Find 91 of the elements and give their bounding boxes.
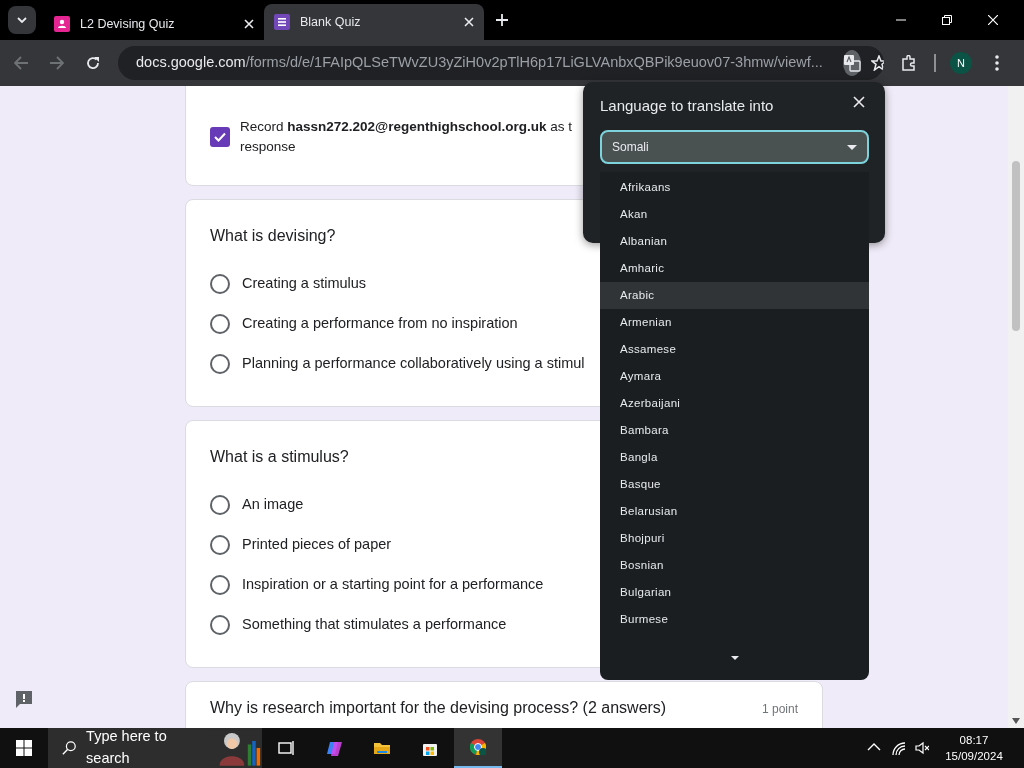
- language-option[interactable]: Bambara: [600, 417, 869, 444]
- record-email-checkbox[interactable]: [210, 127, 230, 147]
- clock-date: 15/09/2024: [944, 749, 1004, 764]
- language-option[interactable]: Armenian: [600, 309, 869, 336]
- clock[interactable]: 08:17 15/09/2024: [934, 731, 1014, 765]
- plus-icon: [496, 14, 508, 26]
- scrollbar[interactable]: [1008, 86, 1024, 728]
- language-select[interactable]: Somali: [600, 130, 869, 164]
- windows-logo-icon: [16, 740, 32, 756]
- dropdown-caret-icon: [847, 144, 857, 150]
- translate-button[interactable]: [842, 50, 861, 76]
- browser-tab[interactable]: L2 Devising Quiz: [44, 8, 264, 40]
- new-tab-button[interactable]: [496, 14, 508, 26]
- language-option[interactable]: Assamese: [600, 336, 869, 363]
- option-label: Creating a performance from no inspiration: [242, 314, 518, 334]
- language-option[interactable]: Aymara: [600, 363, 869, 390]
- url-text: docs.google.com/forms/d/e/1FAIpQLSeTWvZU3yZiH0v2pTlH6p17LiGLVAnbxQBPik9euov07-3hmw/viewf...: [136, 53, 823, 73]
- taskbar-search-field[interactable]: Type here to search: [48, 728, 262, 768]
- more-vertical-icon: [995, 55, 999, 71]
- language-option[interactable]: Bangla: [600, 444, 869, 471]
- puzzle-icon: [901, 55, 917, 71]
- profile-avatar[interactable]: N: [950, 52, 972, 74]
- record-email-text: Record hassn272.202@regenthighschool.org.uk as t: [240, 118, 573, 136]
- tab-close-button[interactable]: [464, 17, 474, 27]
- radio-button[interactable]: [210, 615, 230, 635]
- back-arrow-icon: [14, 56, 28, 70]
- muted-speaker-icon: [915, 741, 929, 755]
- chevron-down-icon: [17, 17, 27, 23]
- language-option[interactable]: Burmese: [600, 606, 869, 633]
- scroll-down-icon[interactable]: [1012, 718, 1020, 724]
- question-title: Why is research important for the devising process? (2 answers): [210, 698, 667, 718]
- language-option[interactable]: Belarusian: [600, 498, 869, 525]
- wifi-icon: [891, 741, 905, 755]
- radio-button[interactable]: [210, 575, 230, 595]
- scrollbar-thumb[interactable]: [1012, 161, 1020, 331]
- option-label: An image: [242, 495, 304, 515]
- form-list-icon: [274, 14, 290, 30]
- radio-button[interactable]: [210, 495, 230, 515]
- translate-icon: [842, 54, 861, 72]
- address-bar[interactable]: docs.google.com/forms/d/e/1FAIpQLSeTWvZU3yZiH0v2pTlH6p17LiGLVAnbxQBPik9euov07-3hmw/viewf...: [118, 46, 884, 80]
- question-title: What is devising?: [210, 226, 336, 246]
- language-option[interactable]: Afrikaans: [600, 174, 869, 201]
- tab-close-button[interactable]: [244, 19, 254, 29]
- browser-tab[interactable]: Blank Quiz: [264, 4, 484, 40]
- option-label: Printed pieces of paper: [242, 535, 392, 555]
- option-label: Creating a stimulus: [242, 274, 367, 294]
- language-option[interactable]: Bhojpuri: [600, 525, 869, 552]
- copilot-icon: [326, 740, 342, 756]
- chrome-icon: [470, 739, 486, 755]
- close-icon: [244, 19, 254, 29]
- feedback-icon[interactable]: [14, 689, 34, 709]
- close-icon: [988, 15, 998, 25]
- tab-list-button[interactable]: [8, 6, 36, 34]
- option-label: Planning a performance collaboratively using a stimul: [242, 354, 585, 374]
- search-icon: [62, 740, 77, 756]
- points-label: 1 point: [761, 701, 798, 718]
- clock-time: 08:17: [958, 732, 990, 748]
- star-icon: [870, 55, 884, 71]
- tab-title: L2 Devising Quiz: [80, 15, 176, 33]
- close-button[interactable]: [853, 96, 865, 108]
- close-icon: [853, 96, 865, 108]
- search-placeholder: Type here to search: [86, 727, 168, 768]
- task-view-icon: [278, 740, 294, 756]
- form-person-icon: [54, 16, 70, 32]
- radio-button[interactable]: [210, 314, 230, 334]
- restore-icon: [942, 15, 952, 25]
- radio-button[interactable]: [210, 274, 230, 294]
- folder-icon: [374, 740, 390, 756]
- radio-button[interactable]: [210, 535, 230, 555]
- language-option[interactable]: Arabic: [600, 282, 869, 309]
- chrome-button[interactable]: [454, 728, 502, 768]
- language-option[interactable]: Bulgarian: [600, 579, 869, 606]
- radio-button[interactable]: [210, 354, 230, 374]
- selected-language: Somali: [612, 139, 649, 156]
- language-option[interactable]: Bosnian: [600, 552, 869, 579]
- tab-title: Blank Quiz: [300, 13, 362, 31]
- option-label: Inspiration or a starting point for a performance: [242, 575, 544, 595]
- language-option[interactable]: Amharic: [600, 255, 869, 282]
- language-option[interactable]: Albanian: [600, 228, 869, 255]
- option-label: Something that stimulates a performance: [242, 615, 507, 635]
- reload-icon: [86, 56, 100, 70]
- scroll-down-icon[interactable]: [731, 656, 739, 660]
- language-option[interactable]: Azerbaijani: [600, 390, 869, 417]
- popup-title: Language to translate into: [600, 96, 775, 116]
- close-icon: [464, 17, 474, 27]
- forward-arrow-icon: [50, 56, 64, 70]
- record-email-text: response: [240, 138, 297, 156]
- question-title: What is a stimulus?: [210, 447, 349, 467]
- language-option[interactable]: Basque: [600, 471, 869, 498]
- check-icon: [214, 132, 226, 142]
- language-option[interactable]: Akan: [600, 201, 869, 228]
